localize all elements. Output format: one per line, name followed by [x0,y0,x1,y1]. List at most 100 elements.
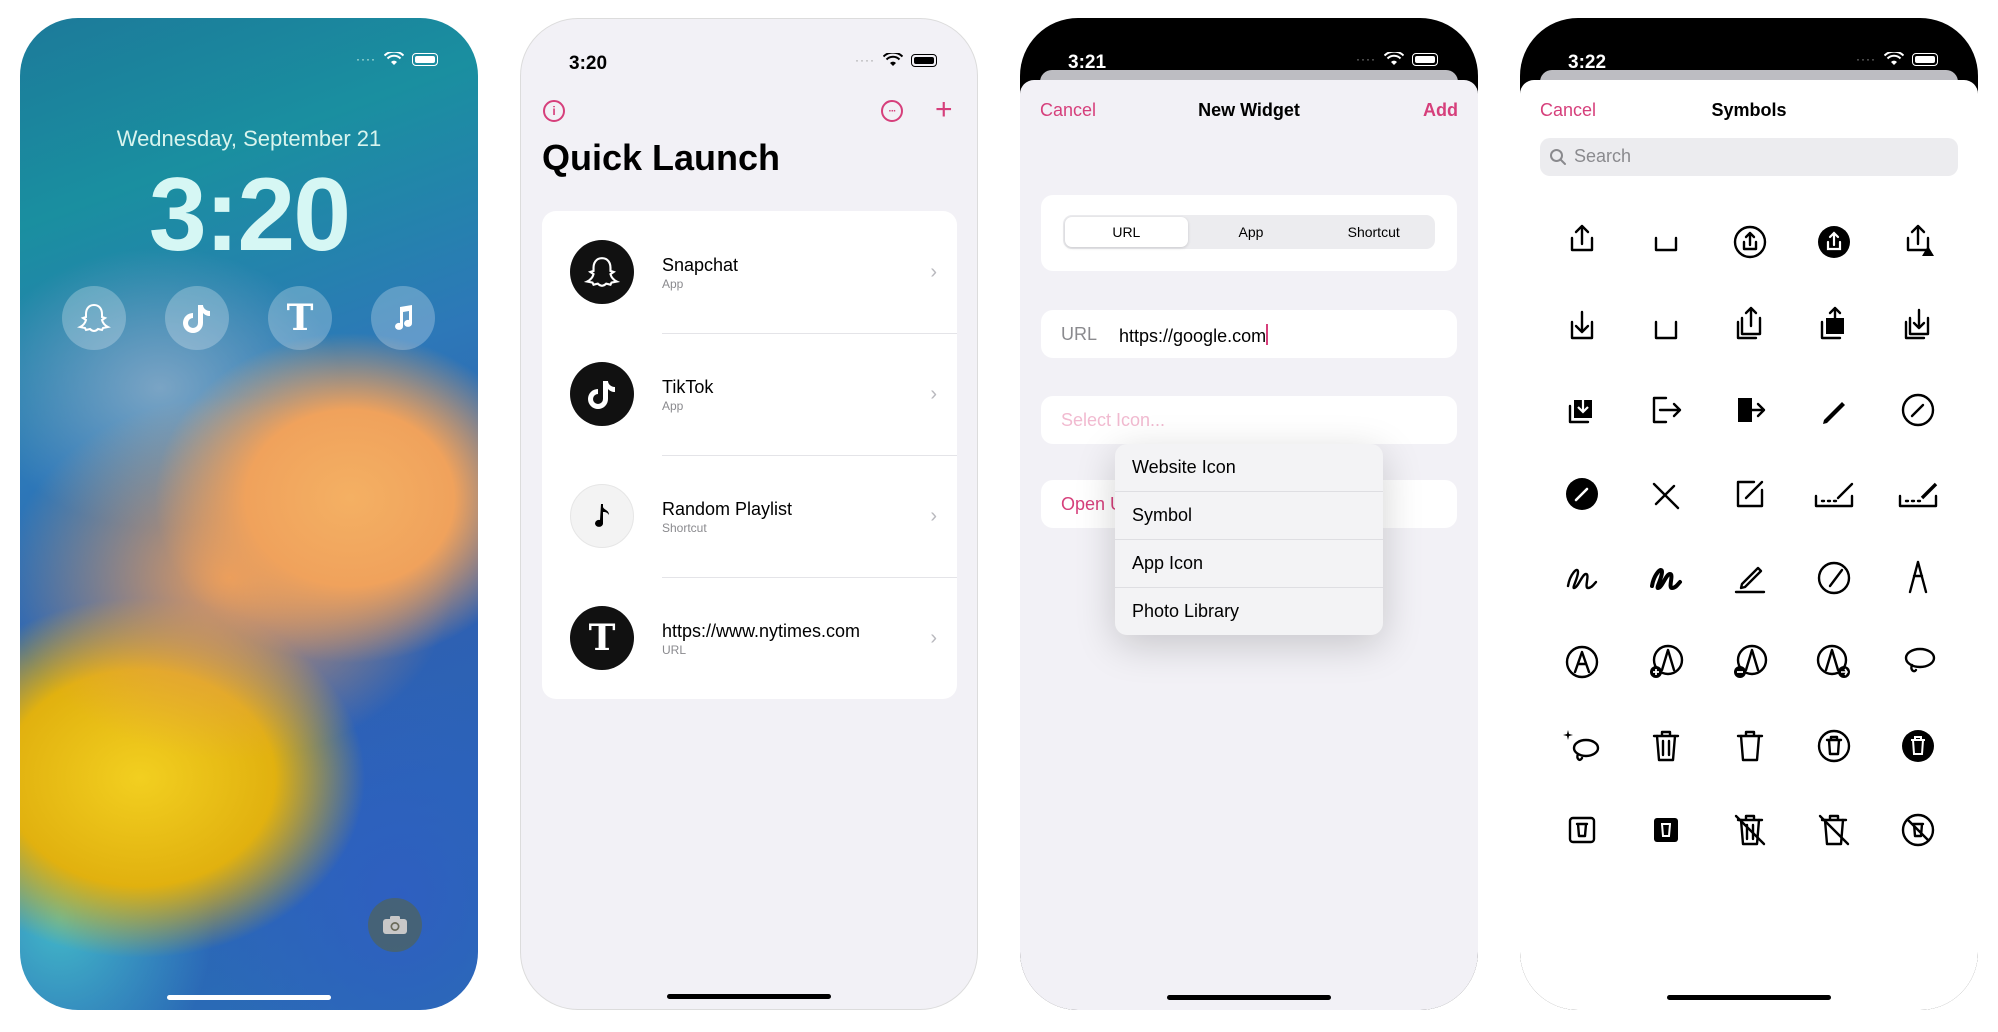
lock-screen: ···· Wednesday, September 21 3:20 T [20,18,478,1010]
pencil-tip-crop-circle-badge-minus-icon[interactable] [1708,620,1792,704]
item-title: Snapchat [662,255,739,275]
wifi-icon [384,52,404,65]
status-icons: ···· [1856,52,1938,66]
pencil-tip-crop-circle-badge-arrow-icon[interactable] [1792,620,1876,704]
chevron-right-icon: › [930,627,937,649]
segment-shortcut[interactable]: Shortcut [1312,215,1435,249]
battery-icon [1412,52,1438,66]
trash-circle-icon[interactable] [1792,704,1876,788]
item-subtitle: URL [662,643,687,657]
square-and-arrow-down-icon[interactable] [1540,284,1624,368]
trash-icon[interactable] [1624,704,1708,788]
lock-screen-time: 3:20 [148,157,351,273]
camera-button[interactable] [368,898,422,952]
trash-circle-fill-icon[interactable] [1876,704,1960,788]
symbols-screen: 3:22 ···· Cancel Symbols Search [1520,18,1978,1010]
list-item[interactable]: Snapchat App › [542,211,957,333]
pencil-circle-icon[interactable] [1876,368,1960,452]
url-field-card: URL https://google.com [1041,310,1457,358]
list-item[interactable]: TikTok App › [542,333,957,455]
chevron-right-icon: › [930,383,937,405]
pencil-icon[interactable] [1792,368,1876,452]
home-indicator [1167,995,1331,1000]
url-input[interactable]: https://google.com [1119,324,1269,347]
search-field[interactable]: Search [1540,138,1958,176]
rectangle-portrait-and-arrow-right-fill-icon[interactable] [1708,368,1792,452]
trash-slash-circle-icon[interactable] [1876,788,1960,872]
trash-fill-icon[interactable] [1708,704,1792,788]
menu-item-photo-library[interactable]: Photo Library [1115,588,1383,635]
item-subtitle: App [662,399,684,413]
square-and-arrow-down-on-square-icon[interactable] [1876,284,1960,368]
pencil-tip-crop-circle-badge-plus-icon[interactable] [1624,620,1708,704]
lasso-icon[interactable] [1876,620,1960,704]
square-and-arrow-down-fill-icon[interactable] [1624,284,1708,368]
item-subtitle: App [662,277,684,291]
nytimes-icon[interactable]: T [268,286,332,350]
sheet-title: New Widget [1198,100,1300,120]
type-segmented-control: URL App Shortcut [1063,215,1435,249]
pencil-tip-icon[interactable] [1876,536,1960,620]
trash-square-icon[interactable] [1540,788,1624,872]
segment-app[interactable]: App [1190,215,1313,249]
rectangle-and-pencil-fill-icon[interactable] [1876,452,1960,536]
menu-item-website-icon[interactable]: Website Icon [1115,444,1383,492]
new-widget-sheet: Cancel New Widget Add URL App Shortcut U… [1020,80,1478,1010]
symbols-sheet: Cancel Symbols Search [1520,80,1978,1010]
pencil-circle-fill-icon[interactable] [1540,452,1624,536]
nytimes-icon: T [570,606,634,670]
add-button[interactable]: Add [1423,100,1458,121]
quick-launch-screen: 3:20 ···· i ··· + Quick Launch Snapchat … [520,18,978,1010]
pencil-tip-crop-circle-icon[interactable] [1540,620,1624,704]
wifi-icon [883,53,903,66]
lasso-sparkles-icon[interactable] [1540,704,1624,788]
search-placeholder: Search [1574,146,1632,166]
search-icon [1550,149,1566,165]
add-icon[interactable]: + [935,95,953,125]
music-note-icon [570,484,634,548]
lock-screen-date: Wednesday, September 21 [116,126,382,151]
menu-item-symbol[interactable]: Symbol [1115,492,1383,540]
list-item[interactable]: T https://www.nytimes.com URL › [542,577,957,699]
snapchat-icon [570,240,634,304]
square-and-arrow-up-icon[interactable] [1540,200,1624,284]
wifi-icon [1884,52,1904,65]
pencil-line-icon[interactable] [1708,536,1792,620]
item-title: Random Playlist [662,499,793,519]
battery-icon [911,53,937,67]
square-and-arrow-up-on-square-fill-icon[interactable] [1792,284,1876,368]
segment-url[interactable]: URL [1065,217,1188,247]
status-time: 3:20 [569,53,608,74]
square-and-arrow-up-fill-icon[interactable] [1624,200,1708,284]
url-input-value: https://google.com [1119,326,1267,346]
trash-slash-icon[interactable] [1708,788,1792,872]
square-and-arrow-down-on-square-fill-icon[interactable] [1540,368,1624,452]
square-and-pencil-icon[interactable] [1708,452,1792,536]
list-item[interactable]: Random Playlist Shortcut › [542,455,957,577]
more-icon[interactable]: ··· [881,100,903,122]
trash-slash-fill-icon[interactable] [1792,788,1876,872]
pencil-slash-icon[interactable] [1624,452,1708,536]
tiktok-icon[interactable] [165,286,229,350]
music-note-icon[interactable] [371,286,435,350]
snapchat-icon[interactable] [62,286,126,350]
menu-item-app-icon[interactable]: App Icon [1115,540,1383,588]
info-icon[interactable]: i [543,100,565,122]
rectangle-portrait-and-arrow-right-icon[interactable] [1624,368,1708,452]
square-and-arrow-up-circle-fill-icon[interactable] [1792,200,1876,284]
scribble-icon[interactable] [1540,536,1624,620]
scribble-variable-icon[interactable] [1624,536,1708,620]
sheet-title: Symbols [1711,100,1787,120]
camera-icon [383,916,407,934]
select-icon-card[interactable]: Select Icon... [1041,396,1457,444]
item-subtitle: Shortcut [662,521,707,535]
tiktok-icon [570,362,634,426]
square-and-arrow-up-on-square-icon[interactable] [1708,284,1792,368]
trash-square-fill-icon[interactable] [1624,788,1708,872]
chevron-right-icon: › [930,261,937,283]
rectangle-and-pencil-icon[interactable] [1792,452,1876,536]
square-and-arrow-up-circle-icon[interactable] [1708,200,1792,284]
symbols-grid [1540,200,1960,872]
square-and-arrow-up-trianglebadge-icon[interactable] [1876,200,1960,284]
pencil-tip-circle-icon[interactable] [1792,536,1876,620]
